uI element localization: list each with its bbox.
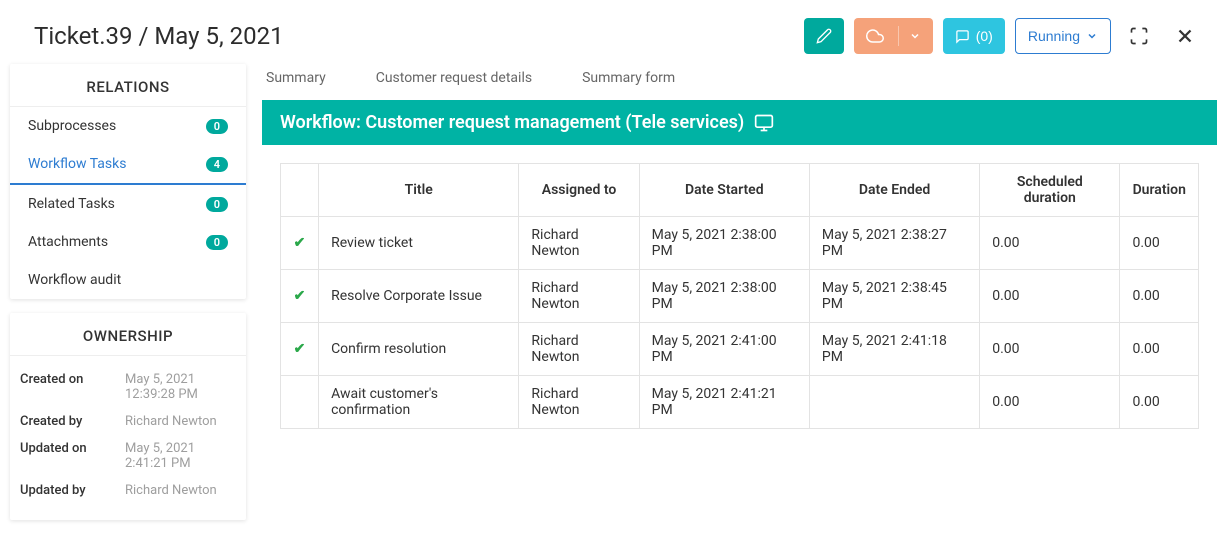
cell-title: Review ticket [319,217,519,270]
sidebar-item-attachments[interactable]: Attachments 0 [10,223,246,261]
comments-count: (0) [976,28,993,44]
status-cell [281,376,319,429]
cloud-action-button[interactable] [854,18,933,54]
ownership-value: Richard Newton [125,483,217,498]
ownership-row: Created on May 5, 2021 12:39:28 PM [20,366,236,408]
status-cell: ✔ [281,217,319,270]
cell-ended: May 5, 2021 2:38:27 PM [809,217,979,270]
table-row[interactable]: Await customer's confirmationRichard New… [281,376,1199,429]
page-title: Ticket.39 / May 5, 2021 [34,22,284,50]
sidebar-item-label: Related Tasks [28,196,115,212]
table-row[interactable]: ✔Confirm resolutionRichard NewtonMay 5, … [281,323,1199,376]
tab-customer-request-details[interactable]: Customer request details [376,70,532,86]
cell-duration: 0.00 [1120,217,1199,270]
check-icon: ✔ [294,341,306,357]
workflow-banner-text: Workflow: Customer request management (T… [280,112,744,133]
col-status-header [281,164,319,217]
header-actions: (0) Running [804,18,1203,54]
sidebar-item-subprocesses[interactable]: Subprocesses 0 [10,107,246,145]
cell-duration: 0.00 [1120,323,1199,376]
comments-button[interactable]: (0) [943,18,1005,54]
cell-assigned: Richard Newton [519,323,639,376]
ownership-row: Updated on May 5, 2021 2:41:21 PM [20,435,236,477]
cell-started: May 5, 2021 2:38:00 PM [639,270,809,323]
workflow-banner: Workflow: Customer request management (T… [262,100,1217,145]
cell-scheduled: 0.00 [980,323,1120,376]
cloud-icon [866,27,884,45]
status-cell: ✔ [281,323,319,376]
ownership-value: Richard Newton [125,414,217,429]
cell-duration: 0.00 [1120,270,1199,323]
tab-summary-form[interactable]: Summary form [582,70,675,86]
cell-assigned: Richard Newton [519,270,639,323]
close-button[interactable] [1167,18,1203,54]
monitor-icon [754,113,774,133]
chevron-down-icon [1086,30,1098,42]
workflow-tasks-table: Title Assigned to Date Started Date Ende… [280,163,1199,429]
col-duration-header: Duration [1120,164,1199,217]
relations-panel: RELATIONS Subprocesses 0 Workflow Tasks … [10,64,246,299]
cell-scheduled: 0.00 [980,217,1120,270]
cell-ended: May 5, 2021 2:41:18 PM [809,323,979,376]
ownership-value: May 5, 2021 2:41:21 PM [125,441,236,471]
sidebar-item-label: Subprocesses [28,118,116,134]
relations-header: RELATIONS [10,64,246,107]
col-title-header: Title [319,164,519,217]
cell-scheduled: 0.00 [980,270,1120,323]
sidebar-item-label: Attachments [28,234,108,250]
sidebar: RELATIONS Subprocesses 0 Workflow Tasks … [10,64,246,534]
edit-button[interactable] [804,18,844,54]
col-ended-header: Date Ended [809,164,979,217]
count-badge: 0 [206,235,228,250]
status-dropdown[interactable]: Running [1015,18,1111,54]
check-icon: ✔ [294,288,306,304]
cell-scheduled: 0.00 [980,376,1120,429]
cell-ended: May 5, 2021 2:38:45 PM [809,270,979,323]
maximize-icon [1129,26,1149,46]
ownership-value: May 5, 2021 12:39:28 PM [125,372,236,402]
cell-started: May 5, 2021 2:38:00 PM [639,217,809,270]
close-icon [1174,25,1196,47]
tab-summary[interactable]: Summary [266,70,326,86]
ownership-row: Updated by Richard Newton [20,477,236,504]
check-icon: ✔ [294,235,306,251]
ownership-label: Created by [20,414,125,429]
ownership-label: Updated on [20,441,125,456]
chevron-down-icon [909,30,921,42]
cell-title: Resolve Corporate Issue [319,270,519,323]
cell-duration: 0.00 [1120,376,1199,429]
count-badge: 0 [206,197,228,212]
count-badge: 4 [206,157,228,172]
status-label: Running [1028,28,1080,44]
sidebar-item-label: Workflow Tasks [28,156,126,172]
ownership-label: Created on [20,372,125,387]
sidebar-item-workflow-audit[interactable]: Workflow audit [10,261,246,299]
col-assigned-header: Assigned to [519,164,639,217]
ownership-header: OWNERSHIP [10,313,246,356]
col-started-header: Date Started [639,164,809,217]
ownership-label: Updated by [20,483,125,498]
cell-title: Confirm resolution [319,323,519,376]
fullscreen-button[interactable] [1121,18,1157,54]
cell-ended [809,376,979,429]
cell-assigned: Richard Newton [519,376,639,429]
table-row[interactable]: ✔Resolve Corporate IssueRichard NewtonMa… [281,270,1199,323]
sidebar-item-label: Workflow audit [28,272,121,288]
pencil-icon [816,28,832,44]
sidebar-item-workflow-tasks[interactable]: Workflow Tasks 4 [10,145,246,185]
cell-started: May 5, 2021 2:41:00 PM [639,323,809,376]
col-scheduled-header: Scheduled duration [980,164,1120,217]
cell-title: Await customer's confirmation [319,376,519,429]
table-row[interactable]: ✔Review ticketRichard NewtonMay 5, 2021 … [281,217,1199,270]
cell-started: May 5, 2021 2:41:21 PM [639,376,809,429]
content-area: Summary Customer request details Summary… [262,64,1217,534]
cell-assigned: Richard Newton [519,217,639,270]
status-cell: ✔ [281,270,319,323]
chat-icon [955,29,970,44]
count-badge: 0 [206,119,228,134]
ownership-panel: OWNERSHIP Created on May 5, 2021 12:39:2… [10,313,246,520]
ownership-row: Created by Richard Newton [20,408,236,435]
sidebar-item-related-tasks[interactable]: Related Tasks 0 [10,185,246,223]
tabs: Summary Customer request details Summary… [262,64,1217,100]
